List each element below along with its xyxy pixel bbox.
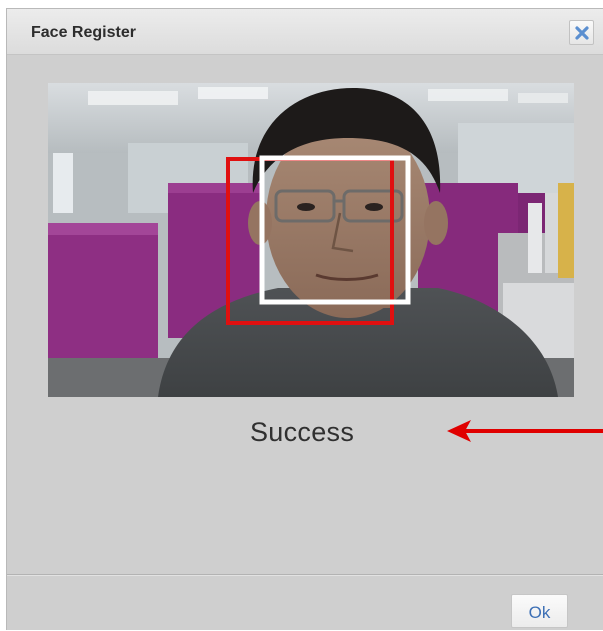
registration-status-text: Success <box>250 417 355 447</box>
annotation-arrow-icon <box>447 420 603 442</box>
camera-photo <box>48 83 574 397</box>
dialog-titlebar: Face Register <box>7 9 603 55</box>
close-x-icon <box>574 25 589 40</box>
face-register-dialog: Face Register Success Ok <box>6 8 603 630</box>
ok-button[interactable]: Ok <box>511 594 568 628</box>
close-button[interactable] <box>569 20 594 45</box>
footer-divider-highlight <box>7 575 603 576</box>
dialog-title: Face Register <box>31 24 136 41</box>
camera-preview <box>48 83 574 397</box>
